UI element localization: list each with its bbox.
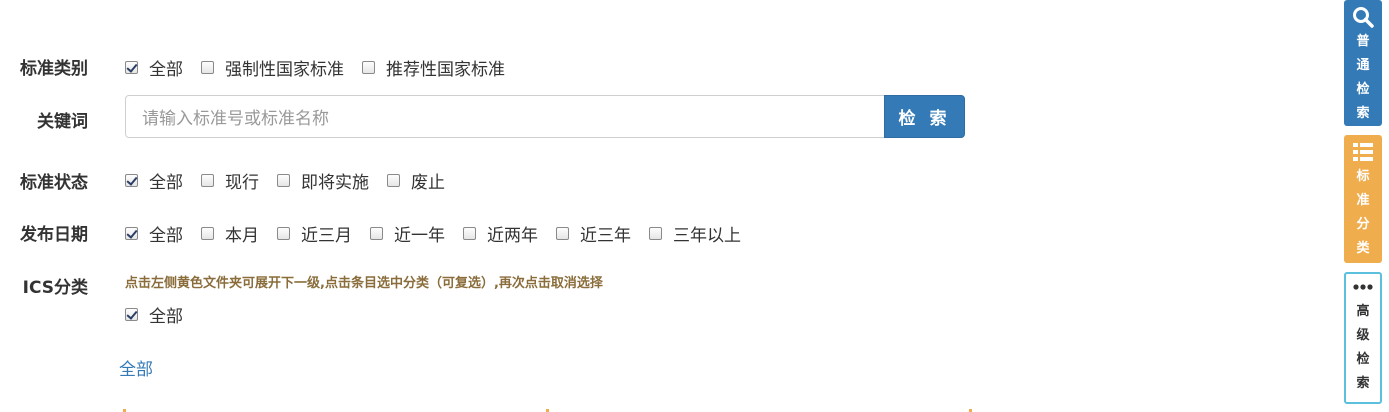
side-text: 分 (1356, 217, 1370, 232)
side-text: 索 (1356, 376, 1370, 391)
option-label: 近三月 (301, 226, 352, 246)
option-ics-all[interactable]: 全部 (125, 302, 183, 327)
checkbox[interactable] (201, 61, 214, 74)
checkbox[interactable] (362, 61, 375, 74)
option-label: 三年以上 (673, 226, 741, 246)
checkbox[interactable] (201, 227, 214, 240)
option-date-1-year[interactable]: 近一年 (370, 221, 445, 246)
label-standard-status: 标准状态 (20, 173, 88, 193)
option-label: 强制性国家标准 (225, 60, 344, 80)
standard-status-options: 全部 现行 即将实施 废止 (125, 168, 463, 193)
list-icon (1353, 143, 1373, 161)
ellipsis-icon (1353, 284, 1373, 290)
label-publish-date: 发布日期 (20, 225, 88, 245)
option-label: 近三年 (580, 226, 631, 246)
checkbox[interactable] (125, 227, 138, 240)
side-text: 普 (1356, 34, 1370, 49)
search-button[interactable]: 检 索 (884, 95, 965, 138)
ics-tree-all-link[interactable]: 全部 (119, 355, 153, 380)
side-text: 检 (1356, 82, 1370, 97)
side-advanced-search-button[interactable]: 高 级 检 索 (1344, 272, 1382, 404)
side-text: 标 (1356, 169, 1370, 184)
option-type-all[interactable]: 全部 (125, 55, 183, 80)
keyword-placeholder: 请输入标准号或标准名称 (142, 109, 329, 129)
option-label: 废止 (411, 173, 445, 193)
checkbox[interactable] (125, 174, 138, 187)
checkbox[interactable] (556, 227, 569, 240)
option-date-all[interactable]: 全部 (125, 221, 183, 246)
option-status-upcoming[interactable]: 即将实施 (277, 168, 369, 193)
option-label: 全部 (149, 307, 183, 327)
option-date-this-month[interactable]: 本月 (201, 221, 259, 246)
label-keyword: 关键词 (37, 112, 88, 132)
label-ics: ICS分类 (22, 278, 88, 298)
side-text: 检 (1356, 352, 1370, 367)
option-label: 现行 (225, 173, 259, 193)
checkbox[interactable] (277, 174, 290, 187)
option-date-2-years[interactable]: 近两年 (463, 221, 538, 246)
ics-options: 全部 (125, 302, 201, 327)
option-type-recommended[interactable]: 推荐性国家标准 (362, 55, 505, 80)
checkbox[interactable] (649, 227, 662, 240)
search-icon (1353, 7, 1374, 28)
option-label: 全部 (149, 60, 183, 80)
side-normal-search-button[interactable]: 普 通 检 索 (1344, 0, 1382, 126)
checkbox[interactable] (125, 308, 138, 321)
checkbox[interactable] (125, 61, 138, 74)
checkbox[interactable] (201, 174, 214, 187)
side-text: 通 (1356, 58, 1370, 73)
publish-date-options: 全部 本月 近三月 近一年 近两年 近三年 三年以上 (125, 221, 759, 246)
option-label: 近一年 (394, 226, 445, 246)
keyword-input[interactable]: 请输入标准号或标准名称 (125, 95, 885, 138)
side-text: 高 (1356, 304, 1370, 319)
option-label: 即将实施 (301, 173, 369, 193)
side-text: 类 (1356, 241, 1370, 256)
option-label: 全部 (149, 173, 183, 193)
checkbox[interactable] (387, 174, 400, 187)
option-date-over-3-years[interactable]: 三年以上 (649, 221, 741, 246)
label-standard-type: 标准类别 (20, 59, 88, 79)
side-text: 准 (1356, 193, 1370, 208)
standard-type-options: 全部 强制性国家标准 推荐性国家标准 (125, 55, 523, 80)
option-status-abolished[interactable]: 废止 (387, 168, 445, 193)
option-type-mandatory[interactable]: 强制性国家标准 (201, 55, 344, 80)
option-label: 全部 (149, 226, 183, 246)
checkbox[interactable] (277, 227, 290, 240)
option-label: 本月 (225, 226, 259, 246)
ics-hint: 点击左侧黄色文件夹可展开下一级,点击条目选中分类（可复选）,再次点击取消选择 (125, 276, 603, 291)
checkbox[interactable] (463, 227, 476, 240)
option-date-3-years[interactable]: 近三年 (556, 221, 631, 246)
option-label: 近两年 (487, 226, 538, 246)
option-status-current[interactable]: 现行 (201, 168, 259, 193)
option-date-3-months[interactable]: 近三月 (277, 221, 352, 246)
checkbox[interactable] (370, 227, 383, 240)
side-category-button[interactable]: 标 准 分 类 (1344, 135, 1382, 263)
side-text: 索 (1356, 106, 1370, 121)
option-status-all[interactable]: 全部 (125, 168, 183, 193)
option-label: 推荐性国家标准 (386, 60, 505, 80)
side-text: 级 (1356, 328, 1370, 343)
